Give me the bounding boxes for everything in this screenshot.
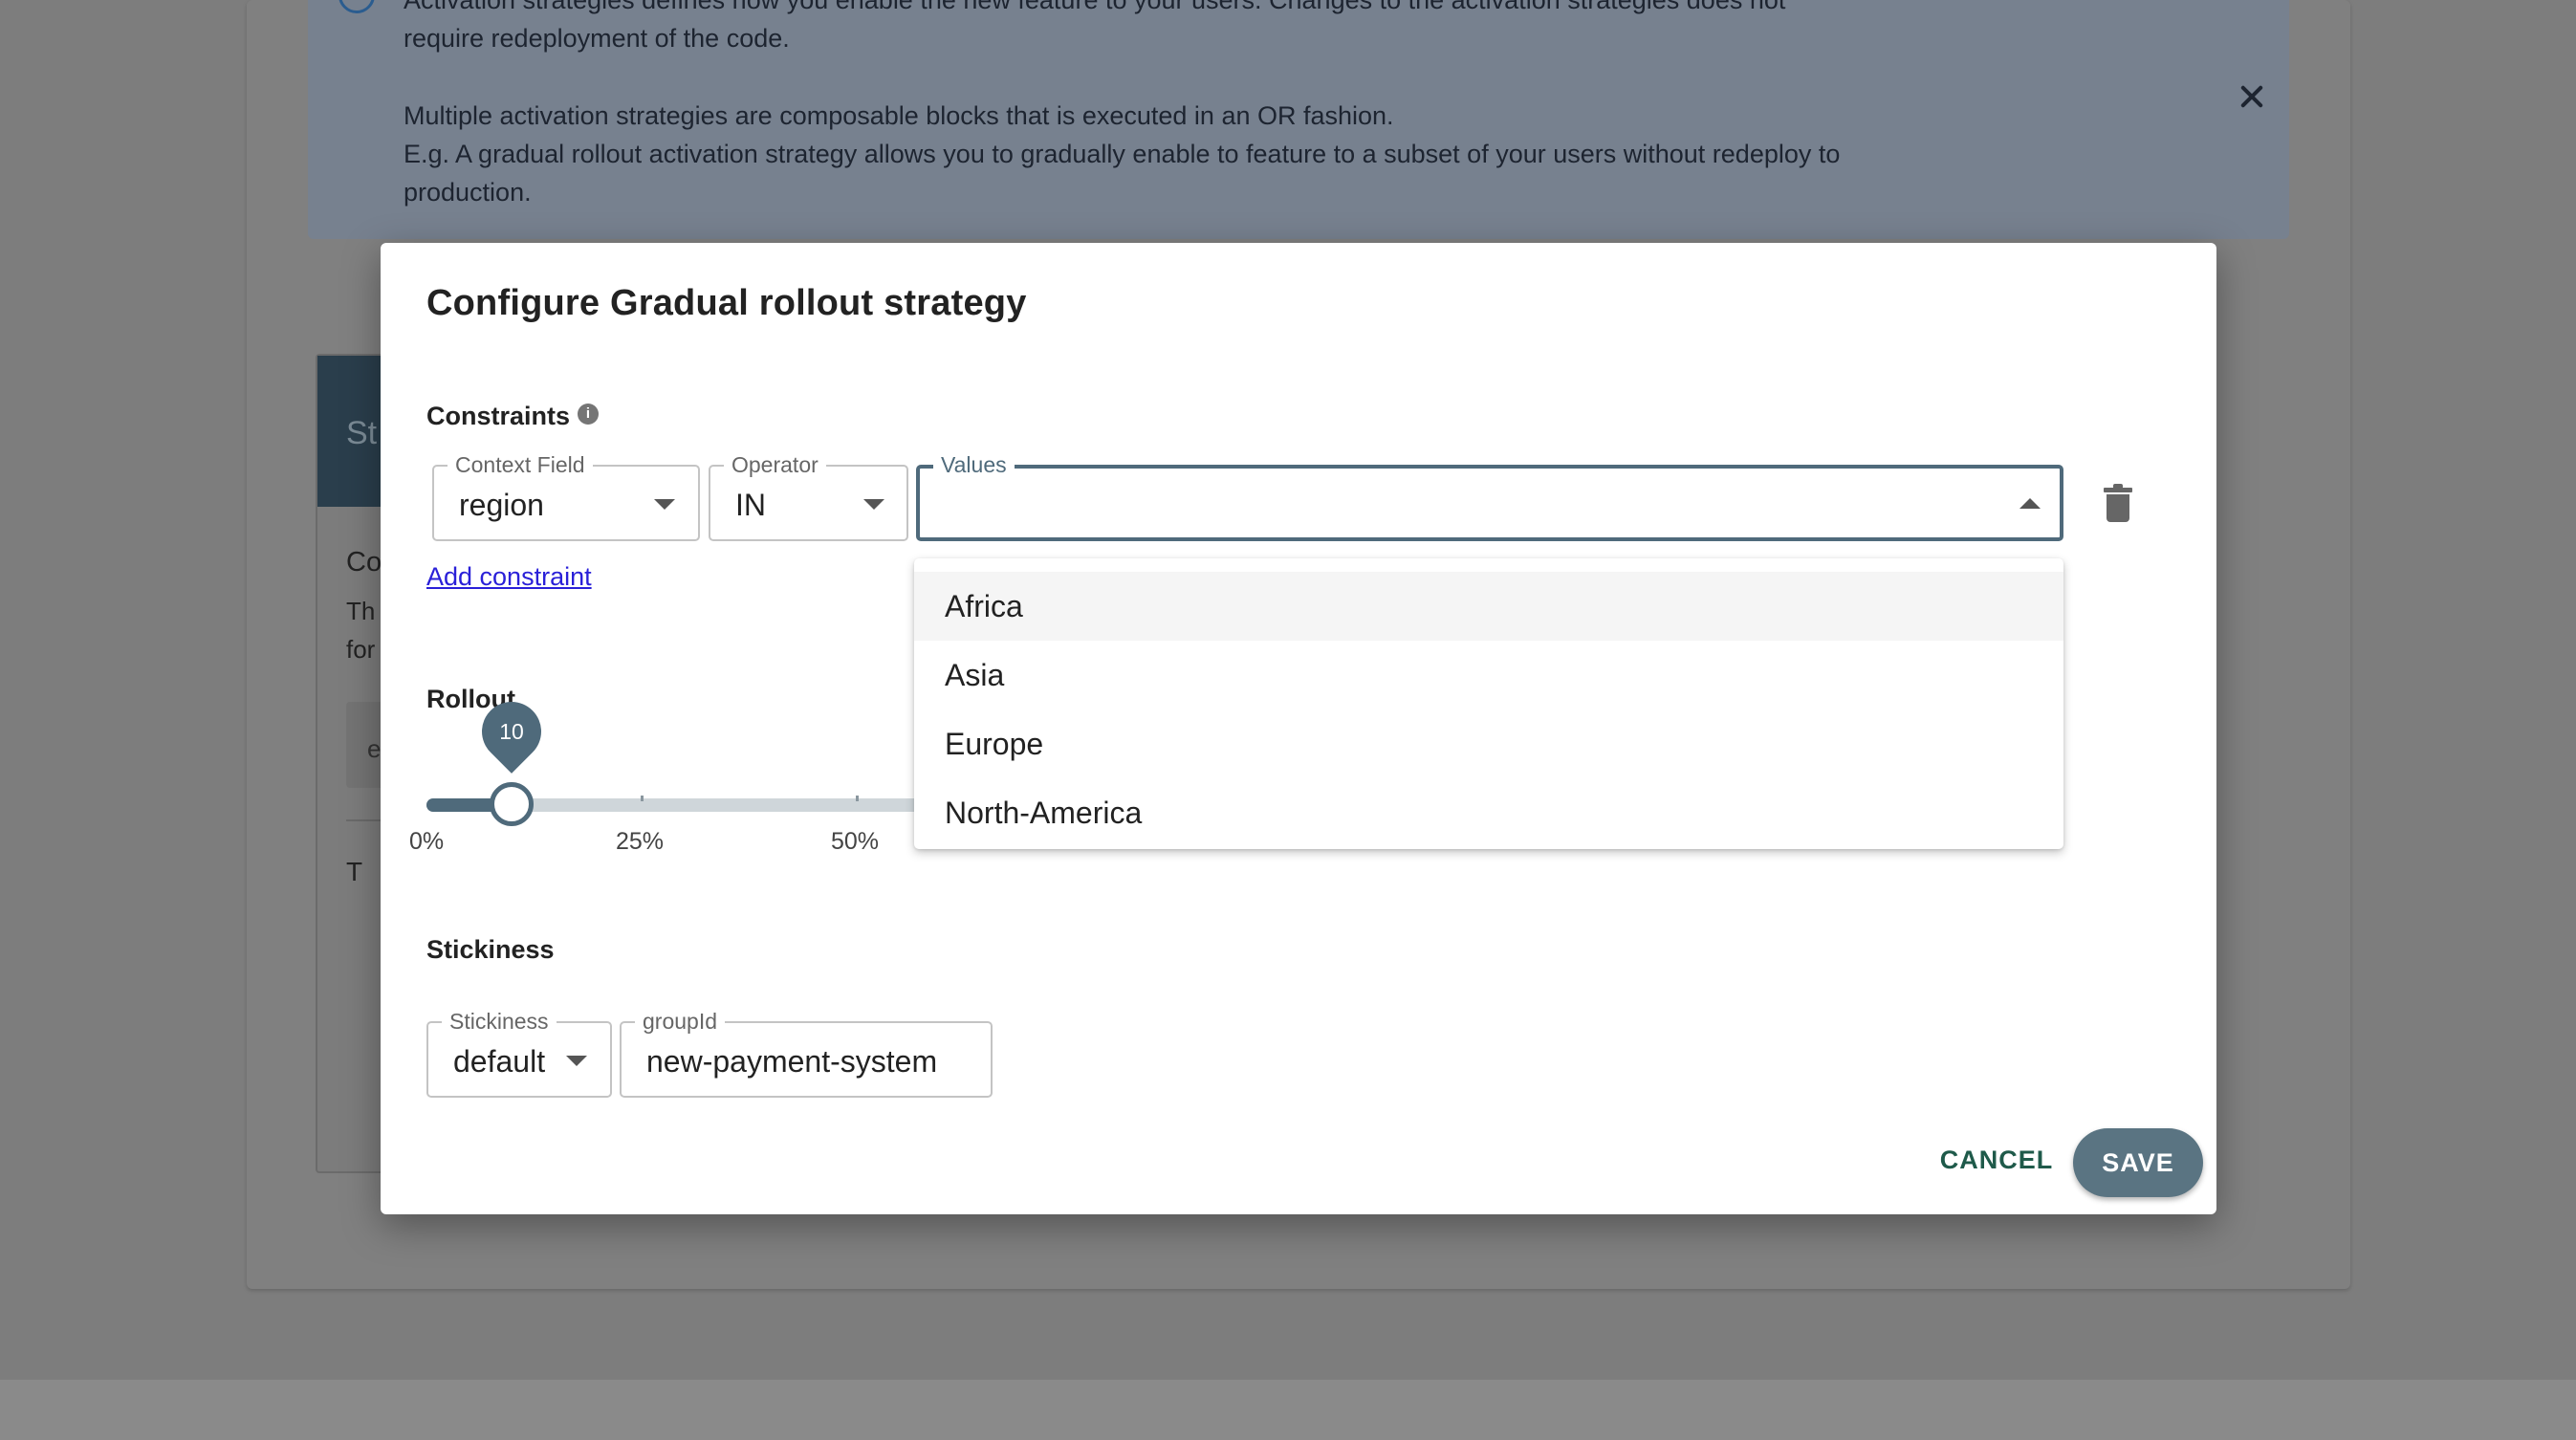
strategy-card-footer: T xyxy=(346,857,363,886)
close-icon[interactable] xyxy=(2236,80,2268,113)
save-button[interactable]: SAVE xyxy=(2073,1128,2203,1197)
values-listbox: Africa Asia Europe North-America xyxy=(914,558,2063,849)
values-legend: Values xyxy=(933,452,1015,477)
values-select[interactable]: Values xyxy=(916,452,2063,541)
alert-line-5: production. xyxy=(404,178,532,207)
strategy-card-text-2: for xyxy=(346,635,376,664)
strategy-card-text-1: Th xyxy=(346,597,376,625)
trash-icon[interactable] xyxy=(2104,484,2132,522)
strategy-card-title: Co xyxy=(346,547,382,578)
option-africa[interactable]: Africa xyxy=(914,572,2063,641)
chevron-down-icon xyxy=(863,499,884,510)
group-id-input[interactable]: groupId new-payment-system xyxy=(620,1009,993,1098)
alert-line-2: require redeployment of the code. xyxy=(404,24,790,53)
cancel-button[interactable]: CANCEL xyxy=(1918,1128,2075,1191)
dialog-title: Configure Gradual rollout strategy xyxy=(426,283,1027,323)
option-europe[interactable]: Europe xyxy=(914,709,2063,778)
info-icon xyxy=(338,0,375,13)
alert-line-3: Multiple activation strategies are compo… xyxy=(404,101,1394,130)
context-field-legend: Context Field xyxy=(448,452,593,477)
slider-mark-25 xyxy=(641,796,644,801)
stickiness-label: Stickiness xyxy=(426,935,555,964)
operator-select[interactable]: Operator IN xyxy=(709,452,908,541)
help-icon[interactable]: i xyxy=(578,404,599,425)
trash-icon-bin xyxy=(2107,494,2129,522)
alert-line-4: E.g. A gradual rollout activation strate… xyxy=(404,140,1841,168)
alert-text-1: Activation strategies defines how you en… xyxy=(404,0,2029,57)
context-field-value: region xyxy=(459,488,544,522)
info-alert: Activation strategies defines how you en… xyxy=(308,0,2289,239)
option-asia[interactable]: Asia xyxy=(914,641,2063,709)
stickiness-select[interactable]: Stickiness default xyxy=(426,1009,612,1098)
chevron-up-icon[interactable] xyxy=(2019,498,2041,509)
slider-mark-50 xyxy=(856,796,859,801)
add-constraint-link[interactable]: Add constraint xyxy=(426,562,592,592)
background-footer xyxy=(0,1380,2576,1440)
context-field-select[interactable]: Context Field region xyxy=(432,452,700,541)
chevron-down-icon xyxy=(654,499,675,510)
stickiness-value: default xyxy=(453,1044,546,1079)
chevron-down-icon xyxy=(566,1056,587,1066)
operator-legend: Operator xyxy=(724,452,826,477)
trash-icon-lid xyxy=(2104,488,2132,492)
group-id-legend: groupId xyxy=(635,1009,726,1034)
strategy-config-dialog: Configure Gradual rollout strategy Const… xyxy=(381,243,2216,1214)
stickiness-legend: Stickiness xyxy=(442,1009,557,1034)
alert-text-2: Multiple activation strategies are compo… xyxy=(404,97,2029,211)
tick-label-50: 50% xyxy=(831,828,880,855)
rollout-value-text: 10 xyxy=(499,719,524,744)
operator-value: IN xyxy=(735,488,766,522)
option-north-america[interactable]: North-America xyxy=(914,778,2063,847)
tick-label-0: 0% xyxy=(409,828,445,855)
alert-line-1: Activation strategies defines how you en… xyxy=(404,0,1786,14)
rollout-slider-thumb[interactable] xyxy=(490,782,534,826)
constraints-label: Constraints xyxy=(426,402,571,430)
tick-label-25: 25% xyxy=(616,828,665,855)
group-id-value: new-payment-system xyxy=(646,1044,938,1079)
